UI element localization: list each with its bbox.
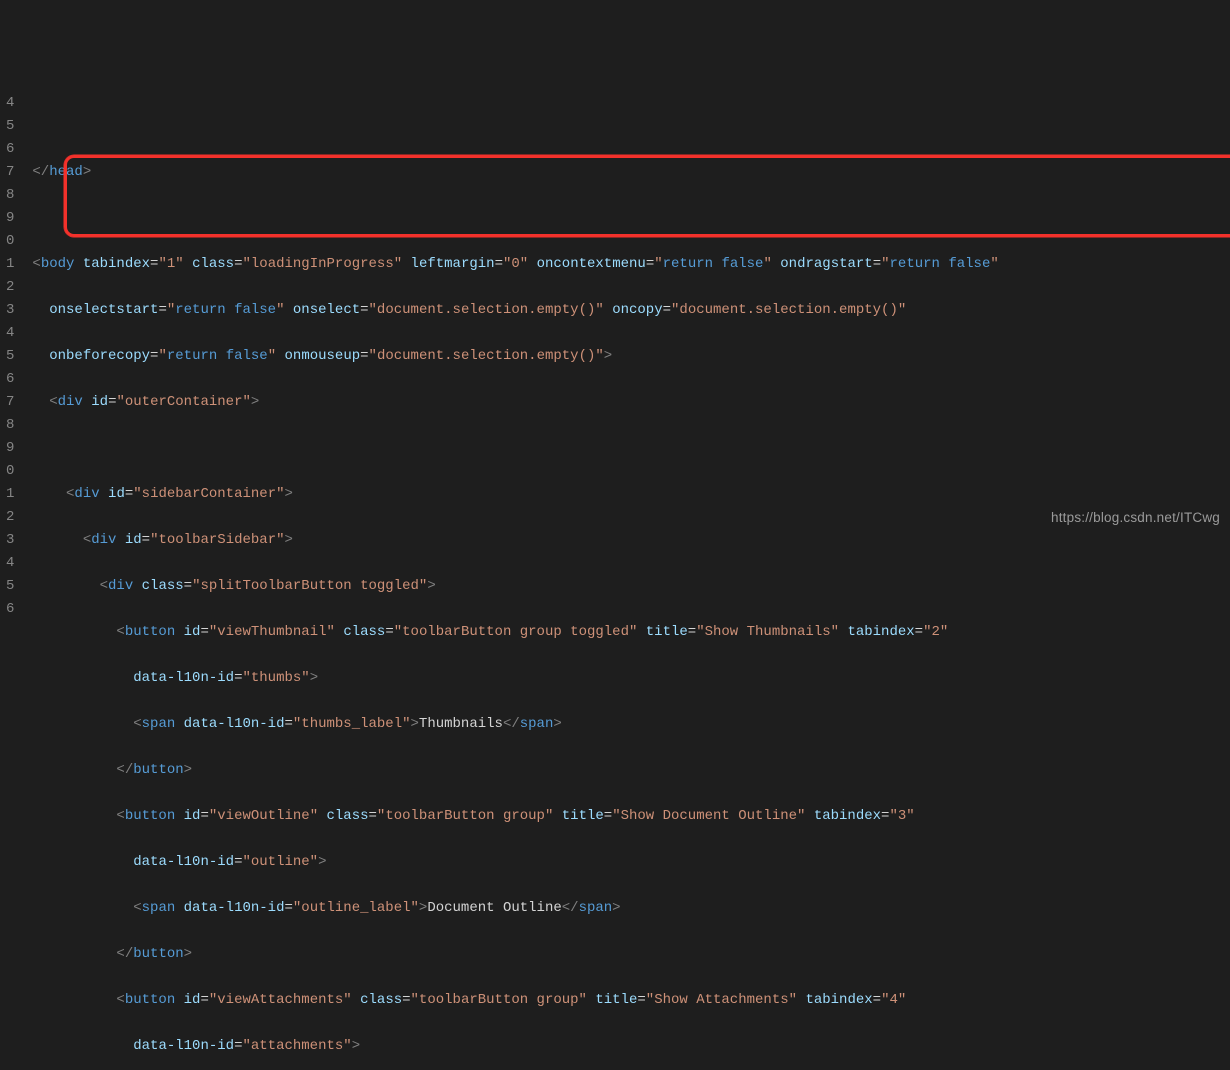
line-number: 6	[6, 598, 14, 621]
line-number: 4	[6, 92, 14, 115]
line-number: 0	[6, 460, 14, 483]
line-number: 0	[6, 230, 14, 253]
line-number: 8	[6, 184, 14, 207]
line-number-gutter: 45678901234567890123456	[0, 92, 32, 627]
line-number: 6	[6, 368, 14, 391]
line-number: 9	[6, 437, 14, 460]
line-number: 1	[6, 253, 14, 276]
line-number: 5	[6, 115, 14, 138]
line-number: 5	[6, 345, 14, 368]
line-number: 2	[6, 276, 14, 299]
line-number: 7	[6, 161, 14, 184]
line-number: 7	[6, 391, 14, 414]
code-area[interactable]: </head> <body tabindex="1" class="loadin…	[32, 92, 1230, 627]
line-number: 9	[6, 207, 14, 230]
line-number: 6	[6, 138, 14, 161]
line-number: 5	[6, 575, 14, 598]
line-number: 4	[6, 322, 14, 345]
code-editor: 45678901234567890123456 </head> <body ta…	[0, 92, 1230, 627]
line-number: 4	[6, 552, 14, 575]
line-number: 3	[6, 299, 14, 322]
line-number: 3	[6, 529, 14, 552]
watermark: https://blog.csdn.net/ITCwg	[1051, 506, 1220, 529]
line-number: 2	[6, 506, 14, 529]
line-number: 1	[6, 483, 14, 506]
line-number: 8	[6, 414, 14, 437]
